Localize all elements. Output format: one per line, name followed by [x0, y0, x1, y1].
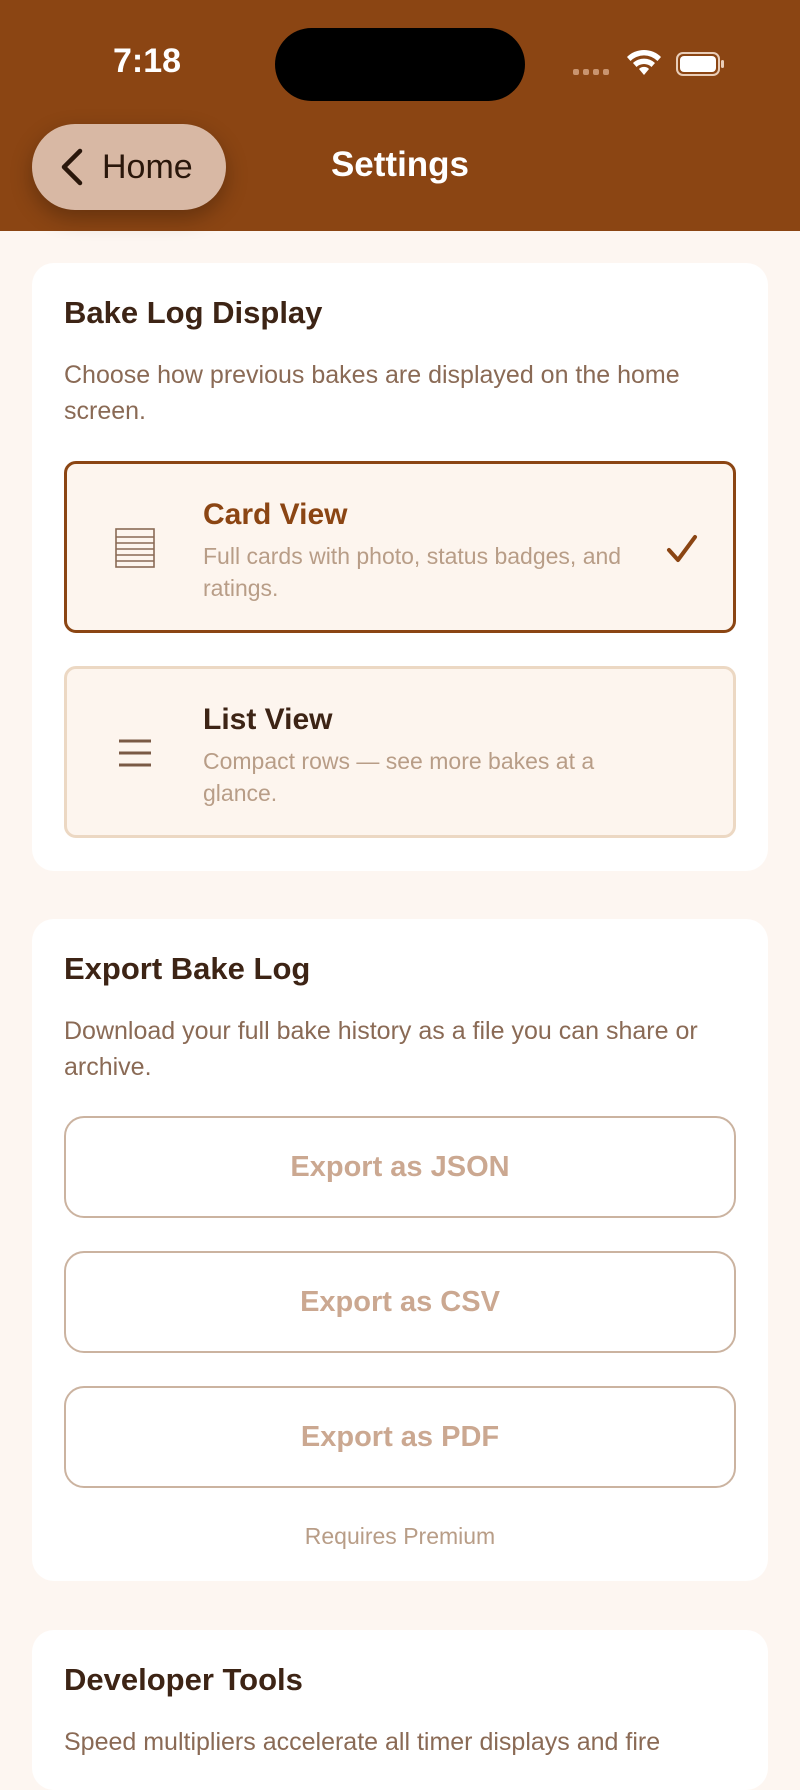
export-csv-button[interactable]: Export as CSV — [64, 1251, 736, 1353]
status-time: 7:18 — [112, 42, 182, 80]
list-view-option[interactable]: List View Compact rows — see more bakes … — [64, 666, 736, 838]
export-bake-log-card: Export Bake Log Download your full bake … — [32, 919, 768, 1581]
page-title: Settings — [330, 145, 470, 184]
export-json-button[interactable]: Export as JSON — [64, 1116, 736, 1218]
export-pdf-button[interactable]: Export as PDF — [64, 1386, 736, 1488]
option-description: Full cards with photo, status badges, an… — [203, 543, 622, 601]
battery-icon — [676, 52, 724, 76]
wifi-icon — [627, 49, 661, 75]
dynamic-island — [275, 28, 525, 101]
list-view-icon — [119, 739, 151, 767]
section-title: Bake Log Display — [64, 295, 323, 330]
navigation-header: 7:18 Home Settings — [0, 0, 800, 231]
developer-tools-card: Developer Tools Speed multipliers accele… — [32, 1630, 768, 1790]
chevron-left-icon — [61, 148, 83, 186]
card-view-icon — [115, 528, 155, 568]
section-description: Speed multipliers accelerate all timer d… — [64, 1728, 661, 1756]
bake-log-display-card: Bake Log Display Choose how previous bak… — [32, 263, 768, 871]
section-title: Export Bake Log — [64, 951, 311, 986]
option-title: Card View — [203, 498, 348, 531]
section-description: Download your full bake history as a fil… — [64, 1017, 698, 1081]
section-description: Choose how previous bakes are displayed … — [64, 361, 680, 425]
section-title: Developer Tools — [64, 1662, 303, 1697]
checkmark-icon — [667, 535, 697, 562]
back-button[interactable]: Home — [32, 124, 226, 210]
cellular-signal-icon — [573, 64, 613, 78]
option-title: List View — [203, 703, 333, 736]
back-button-label: Home — [102, 147, 193, 186]
card-view-option[interactable]: Card View Full cards with photo, status … — [64, 461, 736, 633]
premium-note: Requires Premium — [304, 1523, 496, 1549]
option-description: Compact rows — see more bakes at a glanc… — [203, 748, 595, 806]
